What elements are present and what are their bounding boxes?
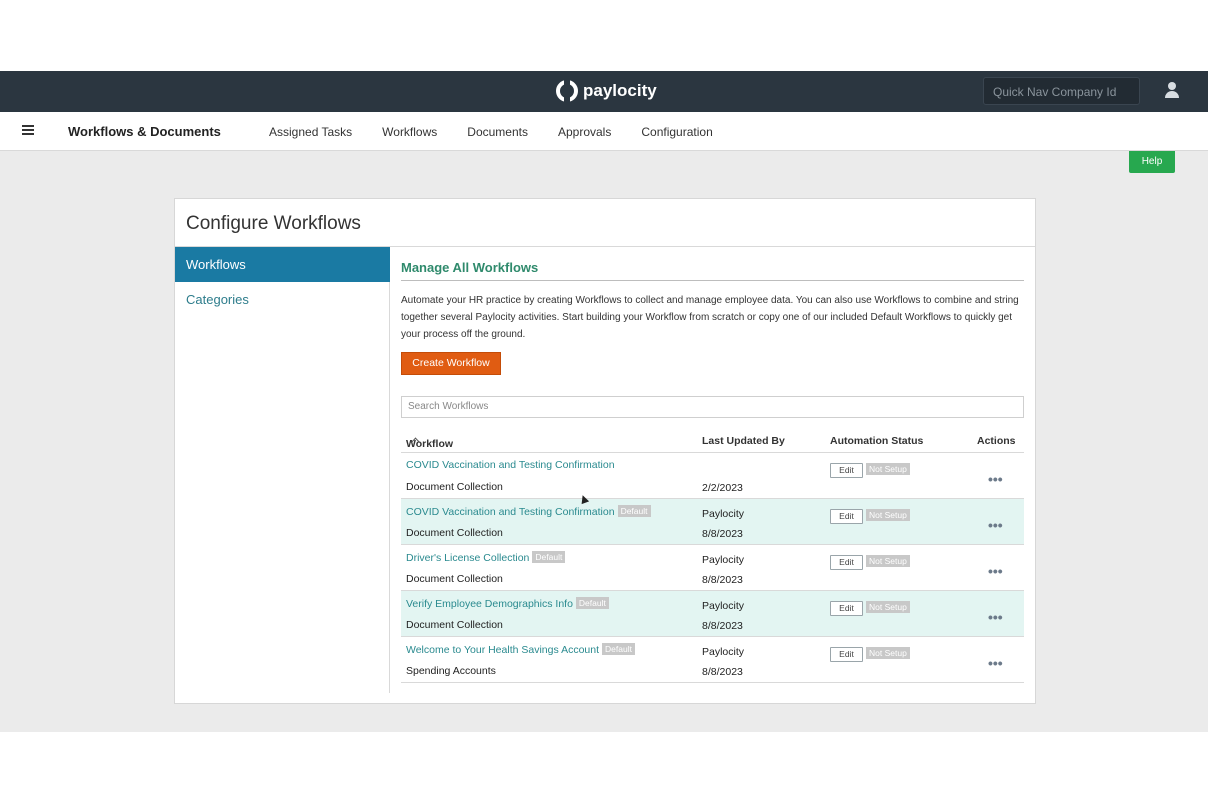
workflow-name: Driver's License Collection: [406, 552, 530, 564]
workflow-name: COVID Vaccination and Testing Confirmati…: [406, 459, 615, 471]
brand-name: paylocity: [583, 81, 657, 100]
default-badge: Default: [617, 505, 651, 517]
nav-links: Assigned Tasks Workflows Documents Appro…: [269, 125, 743, 139]
status-badge: Not Setup: [866, 601, 910, 613]
workflow-name: COVID Vaccination and Testing Confirmati…: [406, 506, 615, 518]
column-header-workflow[interactable]: Workflow: [406, 435, 453, 450]
workflow-category: Spending Accounts: [406, 665, 496, 677]
updated-by: Paylocity: [702, 600, 745, 612]
updated-date: 8/8/2023: [702, 574, 743, 586]
nav-workflows[interactable]: Workflows: [382, 125, 437, 139]
updated-date: 2/2/2023: [702, 482, 743, 494]
page-title: Configure Workflows: [186, 213, 361, 234]
nav-configuration[interactable]: Configuration: [641, 125, 712, 139]
quick-nav-input[interactable]: Quick Nav Company Id: [983, 77, 1140, 105]
workflow-link[interactable]: Driver's License Collection Default: [406, 551, 566, 564]
updated-date: 8/8/2023: [702, 620, 743, 632]
sub-navigation: Workflows & Documents Assigned Tasks Wor…: [0, 112, 1208, 151]
table-row: Driver's License Collection Default Docum…: [401, 545, 1024, 591]
help-button[interactable]: Help: [1129, 151, 1175, 173]
default-badge: Default: [575, 597, 609, 609]
more-actions-icon[interactable]: •••: [988, 517, 1003, 533]
edit-button[interactable]: Edit: [830, 647, 863, 662]
workflow-category: Document Collection: [406, 481, 503, 493]
leftnav-item-categories[interactable]: Categories: [186, 292, 249, 307]
edit-button[interactable]: Edit: [830, 555, 863, 570]
workflow-link[interactable]: COVID Vaccination and Testing Confirmati…: [406, 459, 615, 471]
status-badge: Not Setup: [866, 555, 910, 567]
more-actions-icon[interactable]: •••: [988, 563, 1003, 579]
more-actions-icon[interactable]: •••: [988, 609, 1003, 625]
more-actions-icon[interactable]: •••: [988, 655, 1003, 671]
workflow-category: Document Collection: [406, 573, 503, 585]
leftnav-item-workflows[interactable]: Workflows: [175, 247, 390, 282]
column-header-automation-status: Automation Status: [830, 435, 924, 447]
nav-documents[interactable]: Documents: [467, 125, 528, 139]
edit-button[interactable]: Edit: [830, 601, 863, 616]
workflow-category: Document Collection: [406, 619, 503, 631]
table-row: COVID Vaccination and Testing Confirmati…: [401, 453, 1024, 499]
paylocity-logo[interactable]: paylocity: [556, 79, 657, 103]
workflow-category: Document Collection: [406, 527, 503, 539]
workflow-link[interactable]: Welcome to Your Health Savings Account De…: [406, 643, 635, 656]
status-badge: Not Setup: [866, 463, 910, 475]
app-title: Workflows & Documents: [68, 124, 221, 139]
updated-by: Paylocity: [702, 554, 745, 566]
table-row: Verify Employee Demographics Info Default…: [401, 591, 1024, 637]
section-divider: [401, 280, 1024, 281]
edit-button[interactable]: Edit: [830, 463, 863, 478]
section-title: Manage All Workflows: [401, 260, 539, 275]
top-bar: paylocity Quick Nav Company Id: [0, 71, 1208, 112]
create-workflow-button[interactable]: Create Workflow: [401, 352, 501, 375]
updated-by: Paylocity: [702, 646, 745, 658]
status-badge: Not Setup: [866, 647, 910, 659]
table-header: Workflow Last Updated By Automation Stat…: [401, 432, 1024, 453]
table-row: COVID Vaccination and Testing Confirmati…: [401, 499, 1024, 545]
updated-date: 8/8/2023: [702, 528, 743, 540]
edit-button[interactable]: Edit: [830, 509, 863, 524]
table-row: Welcome to Your Health Savings Account De…: [401, 637, 1024, 683]
updated-by: Paylocity: [702, 508, 745, 520]
hamburger-menu-icon[interactable]: [22, 125, 34, 135]
configure-workflows-card: Configure Workflows Workflows Categories…: [174, 198, 1036, 704]
workflow-name: Verify Employee Demographics Info: [406, 598, 573, 610]
default-badge: Default: [602, 643, 635, 655]
workflow-link[interactable]: COVID Vaccination and Testing Confirmati…: [406, 505, 651, 518]
status-badge: Not Setup: [866, 509, 910, 521]
workflow-name: Welcome to Your Health Savings Account: [406, 644, 600, 656]
workflow-link[interactable]: Verify Employee Demographics Info Default: [406, 597, 609, 610]
paylocity-logo-icon: [556, 80, 578, 102]
column-header-actions: Actions: [977, 435, 1016, 447]
updated-date: 8/8/2023: [702, 666, 743, 678]
user-icon[interactable]: [1164, 82, 1180, 100]
nav-assigned-tasks[interactable]: Assigned Tasks: [269, 125, 352, 139]
column-header-last-updated-by: Last Updated By: [702, 435, 785, 447]
default-badge: Default: [532, 551, 566, 563]
section-description: Automate your HR practice by creating Wo…: [401, 295, 1019, 340]
nav-approvals[interactable]: Approvals: [558, 125, 611, 139]
left-navigation: Workflows Categories: [175, 247, 390, 693]
more-actions-icon[interactable]: •••: [988, 471, 1003, 487]
search-workflows-input[interactable]: Search Workflows: [401, 396, 1024, 418]
